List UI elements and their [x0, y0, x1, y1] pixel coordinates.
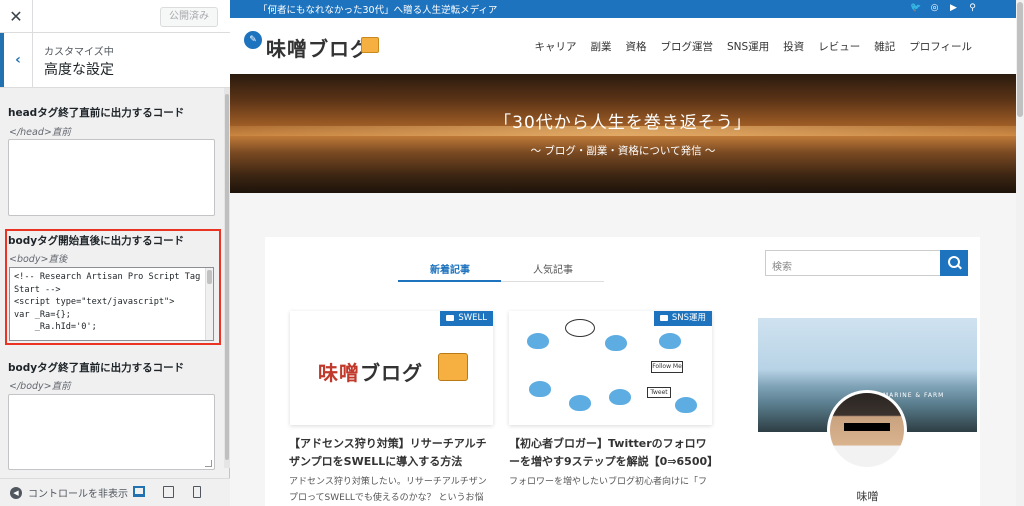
bird-icon [675, 397, 697, 413]
resize-grip-icon[interactable] [205, 460, 212, 467]
site-preview: 「何者にもなれなかった30代」へ贈る人生逆転メディア 🐦 ◎ ▶ ⚲ ✎ 味噌ブ… [230, 0, 1024, 506]
back-chevron-icon[interactable]: ‹ [0, 33, 33, 87]
body-close-code-textarea[interactable] [8, 394, 215, 470]
site-logo[interactable]: 味噌ブログ [266, 33, 371, 62]
bird-icon [605, 335, 627, 351]
customizer-sidebar: ✕ 公開済み ‹ カスタマイズ中 高度な設定 headタグ終了直前に出力するコー… [0, 0, 230, 506]
search-input[interactable]: 検索 [765, 250, 941, 276]
head-code-textarea[interactable] [8, 139, 215, 216]
social-links: 🐦 ◎ ▶ ⚲ [910, 3, 978, 14]
search-icon[interactable]: ⚲ [967, 3, 978, 14]
thumbnail-logo: 味噌ブログ [318, 361, 423, 385]
site-header: ✎ 味噌ブログ キャリア 副業 資格 ブログ運営 SNS運用 投資 レビュー 雑… [230, 18, 1024, 74]
collapse-arrow-icon: ◀ [10, 486, 22, 499]
bird-icon [569, 395, 591, 411]
nav-item[interactable]: 副業 [591, 39, 612, 54]
section-title: 高度な設定 [44, 62, 114, 78]
body-close-code-desc: </body>直前 [9, 381, 71, 392]
body-close-code-label: bodyタグ終了直前に出力するコード [8, 362, 185, 374]
mobile-icon[interactable] [193, 486, 201, 498]
publish-button[interactable]: 公開済み [160, 7, 218, 27]
tab-active-indicator [398, 280, 501, 282]
sidebar-widgets: 検索 MARINE & FARM 味噌 [755, 237, 980, 506]
bird-icon [529, 381, 551, 397]
highlight-box [5, 229, 221, 345]
preview-scrollbar[interactable] [1016, 0, 1024, 506]
miso-box-icon [361, 37, 379, 53]
head-code-desc: </head>直前 [9, 127, 71, 138]
post-excerpt: アドセンス狩り対策したい。リサーチアルチザンプロってSWELLでも使えるのかな？… [289, 477, 487, 503]
top-bar: 「何者にもなれなかった30代」へ贈る人生逆転メディア 🐦 ◎ ▶ ⚲ [230, 0, 1024, 18]
post-thumbnail[interactable]: SNS運用 Follow Me Tweet [509, 311, 712, 425]
nav-item[interactable]: ブログ運営 [661, 39, 714, 54]
breadcrumb: カスタマイズ中 [44, 47, 114, 58]
search-button[interactable] [940, 250, 968, 276]
post-list: 新着記事 人気記事 SWELL 味噌ブログ SNS運用 Follow Me Tw… [265, 237, 765, 506]
nav-item[interactable]: SNS運用 [727, 39, 769, 54]
tweet-sign: Tweet [647, 387, 671, 398]
screen: ✕ 公開済み ‹ カスタマイズ中 高度な設定 headタグ終了直前に出力するコー… [0, 0, 1024, 506]
youtube-icon[interactable]: ▶ [948, 3, 959, 14]
category-badge: SNS運用 [653, 311, 712, 326]
site-tagline: 「何者にもなれなかった30代」へ贈る人生逆転メディア [258, 5, 498, 16]
customizer-footer: ◀ コントロールを非表示 [0, 478, 230, 506]
bird-icon [659, 333, 681, 349]
hide-controls-button[interactable]: ◀ コントロールを非表示 [10, 485, 128, 500]
pen-icon: ✎ [244, 31, 262, 49]
avatar [827, 390, 907, 470]
instagram-icon[interactable]: ◎ [929, 3, 940, 14]
global-nav: キャリア 副業 資格 ブログ運営 SNS運用 投資 レビュー 雑記 プロフィール [535, 39, 972, 54]
hero-banner: 「30代から人生を巻き返そう」 〜 ブログ・副業・資格について発信 〜 [230, 74, 1016, 193]
nav-item[interactable]: キャリア [535, 39, 577, 54]
bird-icon [609, 389, 631, 405]
post-title[interactable]: 【アドセンス狩り対策】リサーチアルチザンプロをSWELLに導入する方法 [289, 435, 494, 471]
customizer-header: ✕ 公開済み [0, 0, 230, 33]
twitter-icon[interactable]: 🐦 [910, 3, 921, 14]
profile-name: 味噌 [856, 490, 879, 503]
nav-item[interactable]: レビュー [818, 39, 860, 54]
nav-item[interactable]: プロフィール [909, 39, 972, 54]
miso-box-icon [438, 353, 468, 381]
desktop-icon[interactable] [133, 486, 145, 497]
follow-me-sign: Follow Me [651, 361, 683, 373]
post-thumbnail[interactable]: SWELL 味噌ブログ [290, 311, 493, 425]
category-badge: SWELL [440, 311, 493, 326]
hide-controls-label: コントロールを非表示 [28, 489, 128, 500]
section-header: ‹ カスタマイズ中 高度な設定 [0, 33, 230, 88]
nav-item[interactable]: 資格 [626, 39, 647, 54]
hero-subtitle: 〜 ブログ・副業・資格について発信 〜 [530, 145, 716, 157]
post-excerpt: フォロワーを増やしたいブログ初心者向けに「フ [509, 477, 708, 487]
hero-title: 「30代から人生を巻き返そう」 [494, 113, 752, 133]
speech-bubble-icon [565, 319, 595, 337]
tablet-icon[interactable] [163, 486, 174, 498]
nav-item[interactable]: 雑記 [874, 39, 895, 54]
bird-icon [527, 333, 549, 349]
tab-popular-posts[interactable]: 人気記事 [533, 261, 573, 276]
post-title[interactable]: 【初心者ブロガー】Twitterのフォロワーを増やす9ステップを解説【0⇒650… [509, 435, 718, 471]
head-code-label: headタグ終了直前に出力するコード [8, 107, 185, 119]
close-icon[interactable]: ✕ [0, 0, 33, 33]
censor-bar [844, 423, 890, 431]
nav-item[interactable]: 投資 [783, 39, 804, 54]
tab-new-posts[interactable]: 新着記事 [430, 261, 470, 276]
